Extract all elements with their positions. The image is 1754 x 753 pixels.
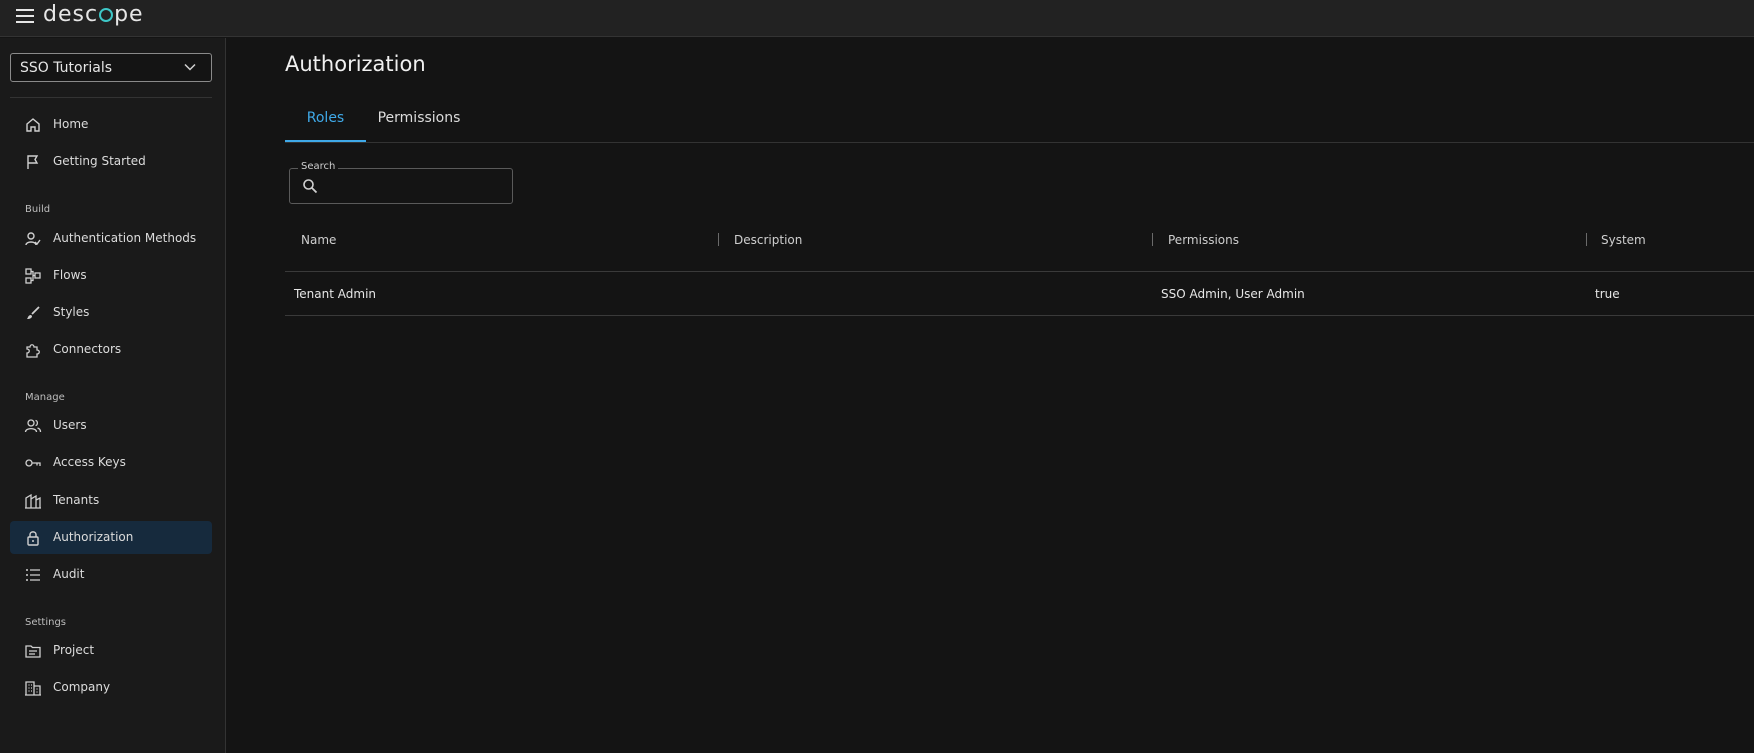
sidebar-item-label: Authorization	[53, 530, 134, 544]
sidebar-item-authorization[interactable]: Authorization	[10, 521, 212, 554]
sidebar-item-audit[interactable]: Audit	[10, 558, 212, 591]
sidebar-item-label: Home	[53, 117, 89, 131]
search-label: Search	[298, 161, 339, 172]
user-check-icon	[25, 232, 41, 246]
sidebar-item-label: Audit	[53, 567, 85, 581]
lock-icon	[27, 531, 39, 546]
sidebar-item-company[interactable]: Company	[10, 671, 212, 704]
list-icon	[26, 569, 40, 581]
column-header-description[interactable]: Description	[734, 233, 802, 247]
sidebar-item-flows[interactable]: Flows	[10, 259, 212, 292]
sidebar-item-label: Company	[53, 680, 111, 694]
building-icon	[25, 681, 41, 696]
sidebar: SSO Tutorials Home Getting Started Build…	[0, 38, 226, 753]
sidebar-item-connectors[interactable]: Connectors	[10, 333, 212, 366]
cell-name: Tenant Admin	[294, 287, 377, 301]
sidebar-item-home[interactable]: Home	[10, 108, 212, 141]
sidebar-item-users[interactable]: Users	[10, 409, 212, 442]
users-icon	[24, 419, 42, 433]
sidebar-item-tenants[interactable]: Tenants	[10, 484, 212, 517]
page-title: Authorization	[285, 52, 426, 76]
descope-logo[interactable]: desc pe	[43, 2, 144, 28]
sidebar-item-label: Authentication Methods	[53, 231, 197, 245]
sidebar-item-access-keys[interactable]: Access Keys	[10, 446, 212, 479]
cell-permissions: SSO Admin, User Admin	[1161, 287, 1305, 301]
tab-roles[interactable]: Roles	[285, 110, 366, 126]
tabs-divider	[285, 142, 1754, 143]
cell-system: true	[1595, 287, 1620, 301]
column-header-system[interactable]: System	[1601, 233, 1646, 247]
flag-icon	[27, 155, 39, 169]
sidebar-divider	[10, 97, 212, 98]
search-icon	[303, 179, 318, 194]
puzzle-icon	[26, 344, 40, 358]
sidebar-section-manage: Manage	[25, 392, 65, 403]
sidebar-item-project[interactable]: Project	[10, 634, 212, 667]
sidebar-item-label: Flows	[53, 268, 87, 282]
sidebar-item-label: Access Keys	[53, 455, 126, 469]
chevron-down-icon	[184, 63, 196, 71]
sidebar-section-settings: Settings	[25, 617, 67, 628]
column-separator[interactable]	[1152, 233, 1153, 246]
brush-icon	[27, 306, 40, 319]
sidebar-item-styles[interactable]: Styles	[10, 296, 212, 329]
tenants-icon	[25, 493, 41, 509]
sidebar-item-authentication-methods[interactable]: Authentication Methods	[10, 222, 212, 255]
sidebar-item-label: Users	[53, 418, 87, 432]
search-input[interactable]	[325, 176, 509, 198]
menu-icon[interactable]	[16, 9, 34, 23]
sidebar-item-label: Styles	[53, 305, 90, 319]
home-icon	[26, 118, 40, 132]
sidebar-item-label: Getting Started	[53, 154, 146, 168]
key-icon	[25, 459, 41, 467]
column-separator[interactable]	[1586, 233, 1587, 246]
sidebar-section-build: Build	[25, 204, 51, 215]
top-bar: desc pe	[0, 0, 1754, 37]
sidebar-item-label: Tenants	[53, 493, 100, 507]
sidebar-item-label: Connectors	[53, 342, 122, 356]
table-row[interactable]	[285, 272, 1754, 316]
column-header-permissions[interactable]: Permissions	[1168, 233, 1239, 247]
project-select[interactable]: SSO Tutorials	[10, 53, 212, 82]
sidebar-item-label: Project	[53, 643, 95, 657]
column-separator[interactable]	[718, 233, 719, 246]
flows-icon	[25, 268, 41, 284]
column-header-name[interactable]: Name	[301, 233, 336, 247]
project-select-value: SSO Tutorials	[20, 60, 113, 76]
active-tab-indicator	[285, 140, 366, 142]
folder-icon	[25, 645, 41, 658]
tab-permissions[interactable]: Permissions	[370, 110, 468, 126]
sidebar-item-getting-started[interactable]: Getting Started	[10, 145, 212, 178]
